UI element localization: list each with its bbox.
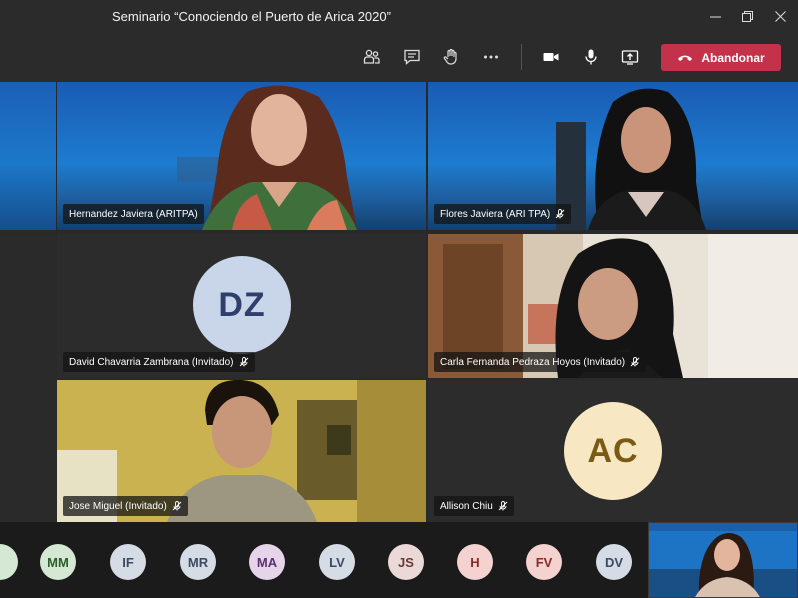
participant-avatar[interactable]: H (457, 544, 493, 580)
self-view-video[interactable] (648, 522, 798, 598)
microphone-icon[interactable] (576, 42, 606, 72)
video-tile[interactable]: Hernandez Javiera (ARITPA) (57, 82, 426, 230)
participant-name-tag: Flores Javiera (ARI TPA) (434, 204, 572, 224)
window-title: Seminario “Conociendo el Puerto de Arica… (112, 9, 391, 24)
participant-name: Allison Chiu (440, 500, 493, 512)
participant-name-tag: Allison Chiu (434, 496, 514, 516)
video-tile[interactable]: AC Allison Chiu (428, 380, 798, 522)
participant-avatar[interactable]: MM (40, 544, 76, 580)
video-tile[interactable]: Carla Fernanda Pedraza Hoyos (Invitado) (428, 234, 798, 378)
participant-name: David Chavarria Zambrana (Invitado) (69, 356, 234, 368)
video-tile[interactable]: Flores Javiera (ARI TPA) (428, 82, 798, 230)
more-icon[interactable] (476, 42, 506, 72)
participant-name-tag: Hernandez Javiera (ARITPA) (63, 204, 204, 224)
avatar: AC (564, 402, 662, 500)
participant-avatar[interactable]: MR (180, 544, 216, 580)
participant-name: Jose Miguel (Invitado) (69, 500, 167, 512)
avatar: DZ (193, 256, 291, 354)
video-grid: Hernandez Javiera (ARITPA) Flores Javier… (0, 82, 798, 522)
video-tile[interactable]: Jose Miguel (Invitado) (57, 380, 426, 522)
title-bar: Seminario “Conociendo el Puerto de Arica… (0, 0, 798, 32)
participant-name: Carla Fernanda Pedraza Hoyos (Invitado) (440, 356, 626, 368)
mic-muted-icon (630, 357, 640, 367)
mic-muted-icon (172, 501, 182, 511)
self-view-image (649, 523, 797, 597)
video-tile-edge (0, 82, 56, 230)
raise-hand-icon[interactable] (436, 42, 466, 72)
participant-name-tag: Jose Miguel (Invitado) (63, 496, 188, 516)
camera-icon[interactable] (536, 42, 566, 72)
leave-button-label: Abandonar (701, 50, 765, 65)
minimize-icon[interactable] (698, 0, 732, 32)
video-tile-edge (0, 380, 56, 522)
participant-avatar[interactable]: MA (249, 544, 285, 580)
leave-button[interactable]: Abandonar (661, 44, 781, 71)
toolbar-divider (521, 44, 522, 70)
participant-avatar[interactable]: FV (526, 544, 562, 580)
participants-icon[interactable] (357, 42, 387, 72)
participant-avatar-partial[interactable] (0, 544, 18, 580)
close-icon[interactable] (763, 0, 797, 32)
mic-muted-icon (555, 209, 565, 219)
hang-up-icon (678, 55, 693, 61)
share-icon[interactable] (615, 42, 645, 72)
video-tile[interactable]: DZ David Chavarria Zambrana (Invitado) (57, 234, 426, 378)
participant-name: Flores Javiera (ARI TPA) (440, 208, 551, 220)
participant-name-tag: Carla Fernanda Pedraza Hoyos (Invitado) (434, 352, 647, 372)
participant-name: Hernandez Javiera (ARITPA) (69, 208, 198, 220)
participant-avatar[interactable]: IF (110, 544, 146, 580)
restore-icon[interactable] (730, 0, 764, 32)
participant-name-tag: David Chavarria Zambrana (Invitado) (63, 352, 255, 372)
participant-avatar[interactable]: JS (388, 544, 424, 580)
participant-avatar[interactable]: DV (596, 544, 632, 580)
mic-muted-icon (239, 357, 248, 367)
video-tile-edge (0, 234, 56, 378)
participant-avatar[interactable]: LV (319, 544, 355, 580)
mic-muted-icon (498, 501, 508, 511)
chat-icon[interactable] (397, 42, 427, 72)
